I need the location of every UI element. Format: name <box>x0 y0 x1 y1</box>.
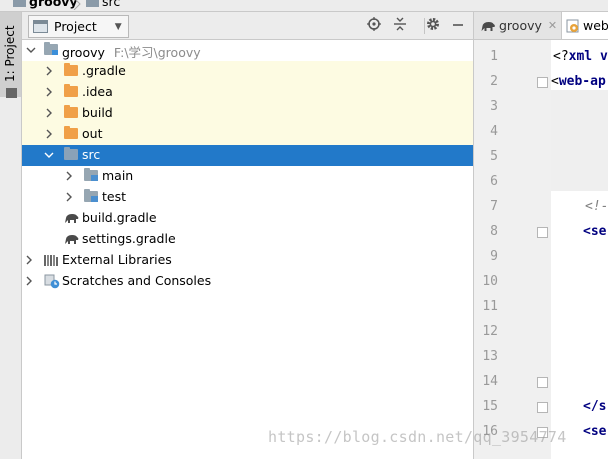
line-number: 1 <box>490 49 498 64</box>
source-badge-icon <box>91 175 98 181</box>
settings-button[interactable] <box>424 17 442 35</box>
line-number: 10 <box>482 274 498 289</box>
editor-tab-groovy[interactable]: groovy ✕ <box>480 12 557 39</box>
line-number: 15 <box>482 399 498 414</box>
chevron-right-icon[interactable] <box>24 276 34 286</box>
fold-marker-icon[interactable] <box>537 402 548 413</box>
excluded-folder-icon <box>64 84 78 97</box>
code-line-1: <?xml v <box>553 49 608 64</box>
breadcrumb-item-src[interactable]: src <box>86 0 120 9</box>
hide-panel-button[interactable] <box>449 17 467 35</box>
collapse-all-icon <box>394 17 406 31</box>
chevron-right-icon[interactable] <box>44 87 54 97</box>
chevron-right-icon[interactable] <box>24 255 34 265</box>
code-line-7: <!- <box>585 199 608 214</box>
web-xml-icon <box>566 19 579 32</box>
project-panel-header: Project ▼ <box>22 12 473 40</box>
chevron-right-icon[interactable] <box>64 192 74 202</box>
tree-item-build-gradle[interactable]: build.gradle <box>22 208 473 229</box>
tree-item-external-libraries[interactable]: External Libraries <box>22 250 473 271</box>
minimize-icon <box>453 24 463 26</box>
line-number: 7 <box>490 199 498 214</box>
tree-item-gradle-folder[interactable]: .gradle <box>22 61 473 82</box>
fold-marker-icon[interactable] <box>537 377 548 388</box>
line-number: 11 <box>482 299 498 314</box>
code-line-16: <se <box>583 424 607 439</box>
line-number: 3 <box>490 99 498 114</box>
chevron-right-icon[interactable] <box>44 66 54 76</box>
project-tool-window-tab[interactable]: 1: Project <box>0 12 21 98</box>
tree-item-groovy[interactable]: groovy F:\学习\groovy <box>22 40 473 61</box>
code-line-15: </s <box>583 399 607 414</box>
navigation-breadcrumb: groovy src <box>0 0 608 12</box>
code-line-2: <web-ap <box>551 74 606 89</box>
chevron-down-icon[interactable] <box>44 150 54 160</box>
module-path: F:\学习\groovy <box>113 45 201 60</box>
line-number: 12 <box>482 324 498 339</box>
project-view-icon <box>33 20 48 33</box>
line-number: 4 <box>490 124 498 139</box>
project-panel: Project ▼ groovy F:\学习\groovy .gradle .i… <box>22 12 473 459</box>
line-number: 9 <box>490 249 498 264</box>
line-number: 14 <box>482 374 498 389</box>
tree-item-scratches[interactable]: Scratches and Consoles <box>22 271 473 292</box>
folder-icon <box>6 88 17 98</box>
line-number: 5 <box>490 149 498 164</box>
tree-item-src-folder[interactable]: src <box>22 145 473 166</box>
crosshair-icon <box>367 17 381 31</box>
excluded-folder-icon <box>64 63 78 76</box>
source-badge-icon <box>91 196 98 202</box>
folder-icon <box>64 147 78 160</box>
folder-icon <box>13 0 26 7</box>
tree-item-main-folder[interactable]: main <box>22 166 473 187</box>
gradle-icon <box>65 235 79 244</box>
tree-item-build-folder[interactable]: build <box>22 103 473 124</box>
editor-tab-bar: groovy ✕ web <box>473 12 608 40</box>
close-icon[interactable]: ✕ <box>548 19 557 32</box>
line-number: 2 <box>490 74 498 89</box>
chevron-right-icon[interactable] <box>44 108 54 118</box>
chevron-right-icon[interactable] <box>64 171 74 181</box>
libraries-icon <box>44 255 58 266</box>
breadcrumb-item-groovy[interactable]: groovy <box>13 0 78 9</box>
chevron-right-icon <box>73 0 81 10</box>
collapse-all-button[interactable] <box>391 17 409 35</box>
chevron-right-icon[interactable] <box>44 129 54 139</box>
tree-item-out-folder[interactable]: out <box>22 124 473 145</box>
editor-gutter: 1 2 3 4 5 6 7 8 9 10 11 12 13 14 15 16 <box>473 40 552 459</box>
scratches-icon <box>44 274 60 289</box>
tag-block-highlight <box>551 90 608 191</box>
editor-tab-web[interactable]: web <box>561 12 608 39</box>
gradle-icon <box>65 214 79 223</box>
fold-marker-icon[interactable] <box>537 77 548 88</box>
tree-item-settings-gradle[interactable]: settings.gradle <box>22 229 473 250</box>
line-number: 13 <box>482 349 498 364</box>
tree-item-test-folder[interactable]: test <box>22 187 473 208</box>
folder-icon <box>86 0 99 7</box>
watermark: https://blog.csdn.net/qq_3954774 <box>268 428 567 446</box>
locate-file-button[interactable] <box>365 17 383 35</box>
line-number: 8 <box>490 224 498 239</box>
code-line-8: <se <box>583 224 607 239</box>
fold-marker-icon[interactable] <box>537 227 548 238</box>
chevron-down-icon[interactable] <box>26 45 36 55</box>
tool-window-stripe: 1: Project <box>0 12 22 459</box>
excluded-folder-icon <box>64 105 78 118</box>
gear-icon <box>427 18 439 30</box>
gradle-icon <box>481 21 495 31</box>
tree-item-idea-folder[interactable]: .idea <box>22 82 473 103</box>
project-view-selector[interactable]: Project ▼ <box>28 15 129 38</box>
excluded-folder-icon <box>64 126 78 139</box>
chevron-down-icon: ▼ <box>114 21 122 32</box>
module-badge-icon <box>52 50 58 55</box>
line-number: 6 <box>490 174 498 189</box>
